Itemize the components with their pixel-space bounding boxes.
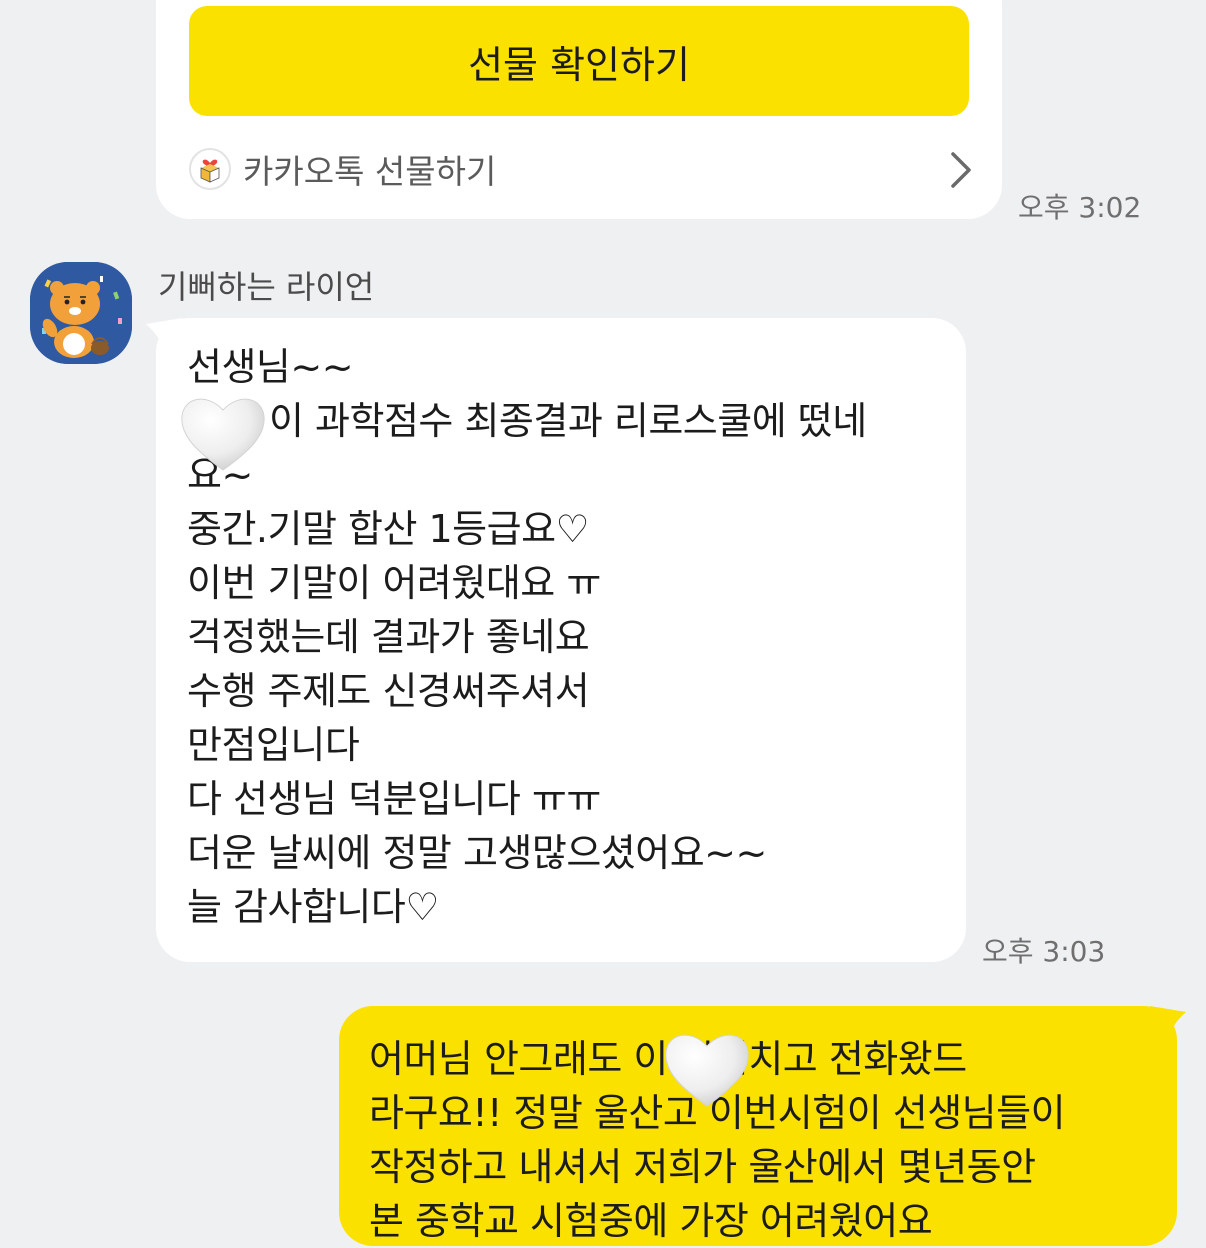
message-line: 선생님~~: [187, 345, 354, 389]
message-line: 이 과학점수 최종결과 리로스쿨에 떴네: [269, 399, 867, 443]
kakaotalk-gift-link[interactable]: 카카오톡 선물하기: [189, 142, 975, 196]
white-heart-icon: [665, 1034, 749, 1107]
chevron-right-icon[interactable]: [945, 150, 975, 190]
message-line: 작정하고 내셔서 저희가 울산에서 몇년동안: [369, 1145, 1036, 1189]
message-line: 라구요!! 정말 울산고 이번시험이 선생님들이: [369, 1091, 1066, 1135]
check-gift-button[interactable]: 선물 확인하기: [189, 6, 969, 116]
message-line: 중간.기말 합산 1등급요♡: [187, 507, 590, 551]
received-message-bubble[interactable]: 선생님~~ 이 과학점수 최종결과 리로스쿨에 떴네 요~ 중간.기말 합산 1…: [156, 318, 966, 962]
gift-footer-label: 카카오톡 선물하기: [243, 152, 497, 191]
ryan-character-avatar[interactable]: [30, 262, 132, 364]
message-line: 다 선생님 덕분입니다 ㅠㅠ: [187, 777, 601, 821]
bubble-tail: [1150, 1006, 1186, 1040]
message-line: 늘 감사합니다♡: [187, 885, 439, 929]
gift-box-icon: [189, 148, 231, 190]
message-line: 걱정했는데 결과가 좋네요: [187, 615, 590, 659]
sent-message-bubble[interactable]: 어머님 안그래도 이 시험치고 전화왔드 라구요!! 정말 울산고 이번시험이 …: [339, 1006, 1177, 1246]
message-timestamp: 오후 3:02: [1018, 191, 1142, 224]
message-line: 요~: [187, 453, 253, 497]
message-timestamp: 오후 3:03: [982, 935, 1106, 968]
message-line: 본 중학교 시험중에 가장 어려웠어요: [369, 1199, 933, 1243]
white-heart-icon: [181, 398, 265, 471]
message-line: 어머님 안그래도 이 시험치고 전화왔드: [369, 1037, 967, 1081]
message-line: 더운 날씨에 정말 고생많으셨어요~~: [187, 831, 767, 875]
sender-name: 기뻐하는 라이언: [158, 268, 375, 306]
message-line: 만점입니다: [187, 723, 360, 767]
gift-message-card: 선물 확인하기 카카오톡 선물하기: [156, 0, 1002, 219]
message-line: 수행 주제도 신경써주셔서: [187, 669, 590, 713]
message-line: 이번 기말이 어려웠대요 ㅠ: [187, 561, 601, 605]
